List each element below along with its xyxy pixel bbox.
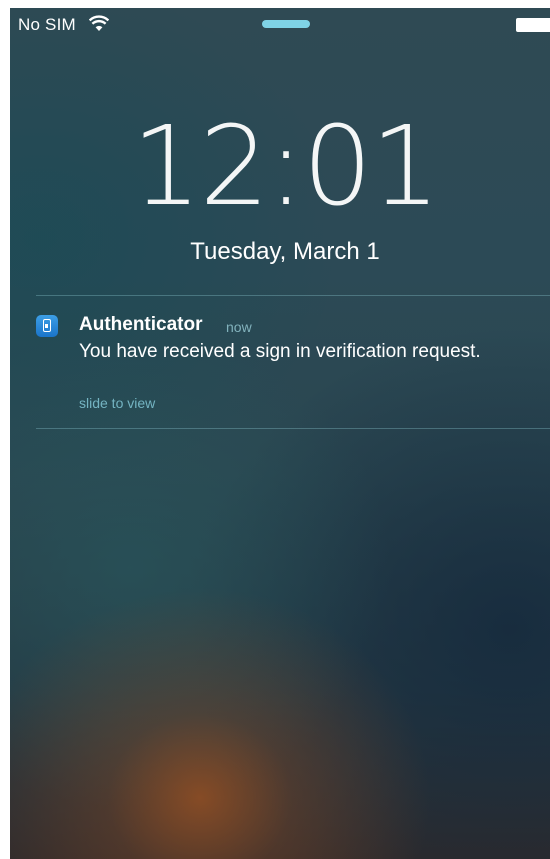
notification-app-name: Authenticator	[79, 314, 203, 335]
lock-clock: 12:01	[10, 106, 550, 226]
lock-screen: No SIM 12:01 Tuesday, March 1 Authentica…	[10, 8, 550, 859]
phone-glyph-icon	[43, 319, 51, 332]
carrier-label: No SIM	[18, 15, 76, 34]
notification-message: You have received a sign in verification…	[79, 341, 481, 362]
notification[interactable]: Authenticator now You have received a si…	[36, 308, 550, 418]
control-center-grabber[interactable]	[262, 20, 310, 28]
wifi-icon	[89, 15, 109, 31]
clock-time: 12:01	[131, 102, 440, 230]
notification-divider-top	[36, 295, 550, 296]
battery-icon	[516, 18, 550, 32]
notification-divider-bottom	[36, 428, 550, 429]
authenticator-app-icon	[36, 315, 58, 337]
status-bar: No SIM	[10, 8, 550, 40]
notification-time: now	[226, 319, 252, 335]
slide-to-view-hint[interactable]: slide to view	[79, 395, 155, 411]
device-frame: No SIM 12:01 Tuesday, March 1 Authentica…	[0, 0, 550, 859]
lock-date: Tuesday, March 1	[190, 238, 380, 265]
